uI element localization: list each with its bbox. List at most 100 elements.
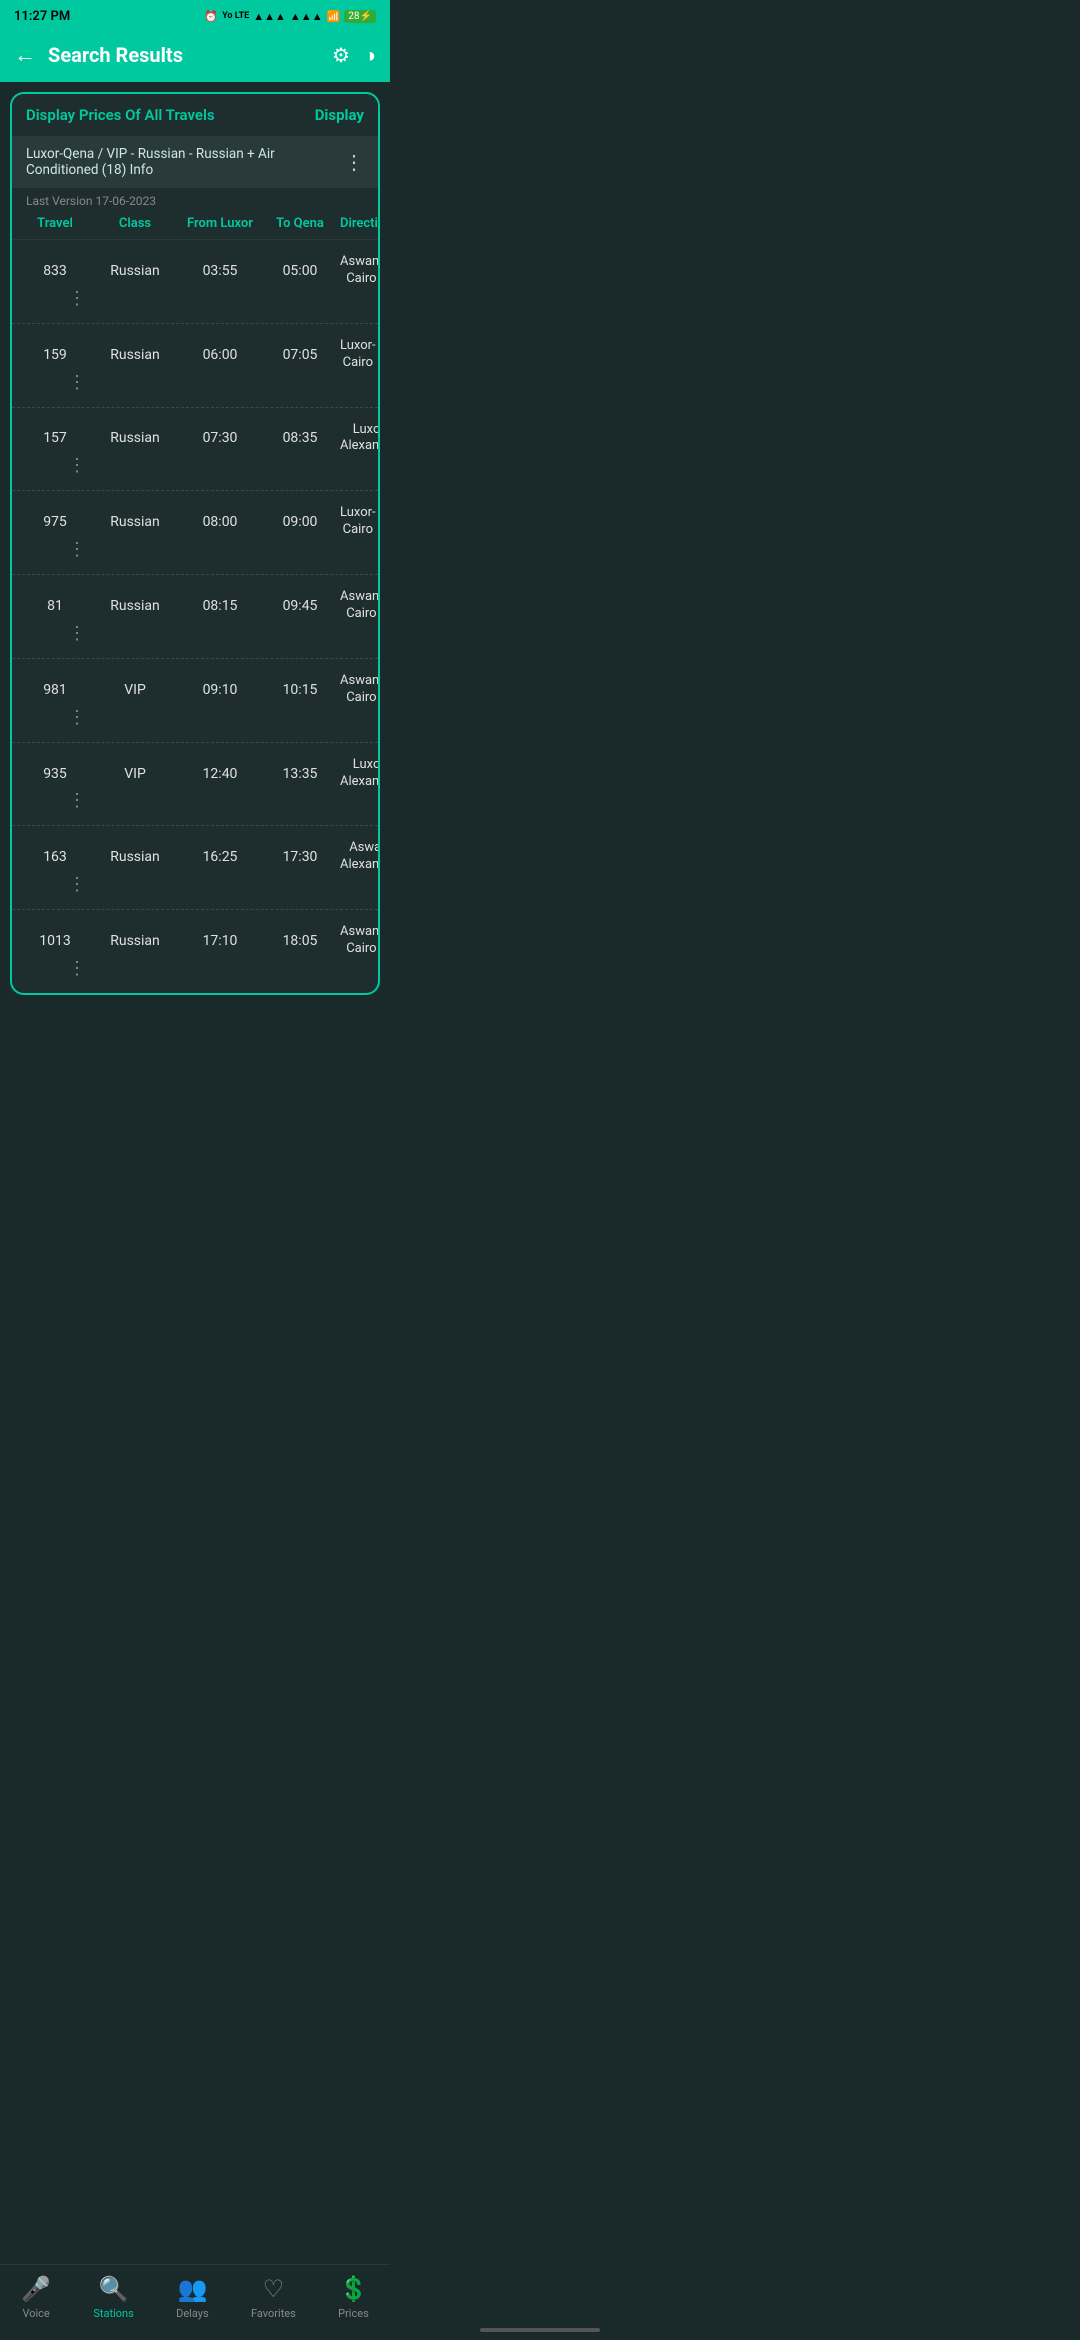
brightness-icon[interactable]: ◑ xyxy=(364,43,376,68)
nav-delays-label: Delays xyxy=(176,2307,209,2320)
table-row[interactable]: 81 Russian 08:15 09:45 Aswan-Cairo ⋮ xyxy=(12,575,378,659)
cell-from-6: 12:40 xyxy=(180,766,260,782)
nav-stations[interactable]: 🔍 Stations xyxy=(93,2275,133,2320)
cell-travel-4: 81 xyxy=(20,598,90,614)
cell-travel-6: 935 xyxy=(20,766,90,782)
nav-stations-label: Stations xyxy=(93,2307,133,2320)
cell-direction-2: Luxor-Alexandria xyxy=(340,422,380,456)
cell-to-2: 08:35 xyxy=(260,430,340,446)
cell-class-4: Russian xyxy=(90,598,180,614)
row-more-icon-7[interactable]: ⋮ xyxy=(64,874,90,895)
cell-direction-3: Luxor-Cairo xyxy=(340,505,376,539)
table-row[interactable]: 1013 Russian 17:10 18:05 Aswan-Cairo ⋮ xyxy=(12,910,378,993)
bottom-nav: 🎤 Voice 🔍 Stations 👥 Delays ♡ Favorites … xyxy=(0,2264,390,2340)
cell-direction-6: Luxor-Alexandria xyxy=(340,757,380,791)
bottom-indicator xyxy=(480,2328,600,2332)
cell-to-6: 13:35 xyxy=(260,766,340,782)
display-button[interactable]: Display xyxy=(315,106,364,124)
row-more-icon-6[interactable]: ⋮ xyxy=(64,790,90,811)
col-to: To Qena xyxy=(260,216,340,231)
row-more-icon-1[interactable]: ⋮ xyxy=(64,372,90,393)
cell-direction-0: Aswan-Cairo xyxy=(340,254,380,288)
cell-from-7: 16:25 xyxy=(180,849,260,865)
col-from: From Luxor xyxy=(180,216,260,231)
back-button[interactable]: ← xyxy=(14,42,36,68)
cell-travel-2: 157 xyxy=(20,430,90,446)
col-class: Class xyxy=(90,216,180,231)
page-title: Search Results xyxy=(48,43,320,67)
col-direction: Direction xyxy=(340,216,380,231)
row-more-icon-0[interactable]: ⋮ xyxy=(64,288,90,309)
cell-direction-8: Aswan-Cairo xyxy=(340,924,380,958)
cell-class-8: Russian xyxy=(90,933,180,949)
battery-icon: 28⚡ xyxy=(344,10,376,23)
cell-menu-6[interactable]: ⋮ xyxy=(20,790,90,811)
cell-class-7: Russian xyxy=(90,849,180,865)
nav-prices-label: Prices xyxy=(338,2307,369,2320)
nav-voice-label: Voice xyxy=(22,2307,49,2320)
lte-icon: Yo LTE xyxy=(222,11,249,21)
table-row[interactable]: 163 Russian 16:25 17:30 Aswan-Alexandria… xyxy=(12,826,378,910)
nav-voice[interactable]: 🎤 Voice xyxy=(21,2275,51,2320)
display-prices-row: Display Prices Of All Travels Display xyxy=(12,94,378,136)
table-row[interactable]: 975 Russian 08:00 09:00 Luxor-Cairo ⋮ xyxy=(12,491,378,575)
cell-menu-5[interactable]: ⋮ xyxy=(20,707,90,728)
table-header: Travel Class From Luxor To Qena Directio… xyxy=(12,212,378,240)
cell-from-3: 08:00 xyxy=(180,514,260,530)
cell-menu-0[interactable]: ⋮ xyxy=(20,288,90,309)
signal-icon: ▲▲▲ xyxy=(253,10,286,23)
cell-to-5: 10:15 xyxy=(260,682,340,698)
route-more-button[interactable]: ⋮ xyxy=(336,150,364,174)
cell-to-8: 18:05 xyxy=(260,933,340,949)
prices-icon: 💲 xyxy=(339,2275,369,2303)
cell-travel-8: 1013 xyxy=(20,933,90,949)
row-more-icon-3[interactable]: ⋮ xyxy=(64,539,90,560)
settings-icon[interactable]: ⚙ xyxy=(332,43,350,68)
row-more-icon-5[interactable]: ⋮ xyxy=(64,707,90,728)
nav-delays[interactable]: 👥 Delays xyxy=(176,2275,209,2320)
cell-menu-7[interactable]: ⋮ xyxy=(20,874,90,895)
cell-from-1: 06:00 xyxy=(180,347,260,363)
nav-favorites-label: Favorites xyxy=(251,2307,296,2320)
cell-menu-4[interactable]: ⋮ xyxy=(20,623,90,644)
cell-from-2: 07:30 xyxy=(180,430,260,446)
alarm-icon: ⏰ xyxy=(204,10,218,23)
status-time: 11:27 PM xyxy=(14,9,70,24)
table-row[interactable]: 935 VIP 12:40 13:35 Luxor-Alexandria ⋮ xyxy=(12,743,378,827)
cell-to-4: 09:45 xyxy=(260,598,340,614)
table-row[interactable]: 159 Russian 06:00 07:05 Luxor-Cairo ⋮ xyxy=(12,324,378,408)
display-prices-text: Display Prices Of All Travels xyxy=(26,106,215,124)
cell-menu-8[interactable]: ⋮ xyxy=(20,958,90,979)
table-row[interactable]: 833 Russian 03:55 05:00 Aswan-Cairo ⋮ xyxy=(12,240,378,324)
cell-to-1: 07:05 xyxy=(260,347,340,363)
col-travel: Travel xyxy=(20,216,90,231)
cell-menu-1[interactable]: ⋮ xyxy=(20,372,90,393)
status-bar: 11:27 PM ⏰ Yo LTE ▲▲▲ ▲▲▲ 📶 28⚡ xyxy=(0,0,390,32)
table-row[interactable]: 981 VIP 09:10 10:15 Aswan-Cairo ⋮ xyxy=(12,659,378,743)
table-row[interactable]: 157 Russian 07:30 08:35 Luxor-Alexandria… xyxy=(12,408,378,492)
cell-direction-7: Aswan-Alexandria xyxy=(340,840,380,874)
stations-icon: 🔍 xyxy=(99,2275,129,2303)
wifi-icon: 📶 xyxy=(327,10,341,23)
nav-favorites[interactable]: ♡ Favorites xyxy=(251,2275,296,2320)
cell-class-0: Russian xyxy=(90,263,180,279)
nav-prices[interactable]: 💲 Prices xyxy=(338,2275,369,2320)
version-text: Last Version 17-06-2023 xyxy=(12,188,378,212)
cell-travel-7: 163 xyxy=(20,849,90,865)
table-body: 833 Russian 03:55 05:00 Aswan-Cairo ⋮ 15… xyxy=(12,240,378,993)
cell-travel-0: 833 xyxy=(20,263,90,279)
cell-direction-5: Aswan-Cairo xyxy=(340,673,380,707)
cell-menu-2[interactable]: ⋮ xyxy=(20,455,90,476)
row-more-icon-4[interactable]: ⋮ xyxy=(64,623,90,644)
main-content: Display Prices Of All Travels Display Lu… xyxy=(0,82,390,1095)
cell-from-8: 17:10 xyxy=(180,933,260,949)
row-more-icon-2[interactable]: ⋮ xyxy=(64,455,90,476)
cell-menu-3[interactable]: ⋮ xyxy=(20,539,90,560)
row-more-icon-8[interactable]: ⋮ xyxy=(64,958,90,979)
cell-class-5: VIP xyxy=(90,682,180,698)
cell-travel-1: 159 xyxy=(20,347,90,363)
cell-from-0: 03:55 xyxy=(180,263,260,279)
cell-class-2: Russian xyxy=(90,430,180,446)
header-actions: ⚙ ◑ xyxy=(332,43,376,68)
signal2-icon: ▲▲▲ xyxy=(290,10,323,23)
